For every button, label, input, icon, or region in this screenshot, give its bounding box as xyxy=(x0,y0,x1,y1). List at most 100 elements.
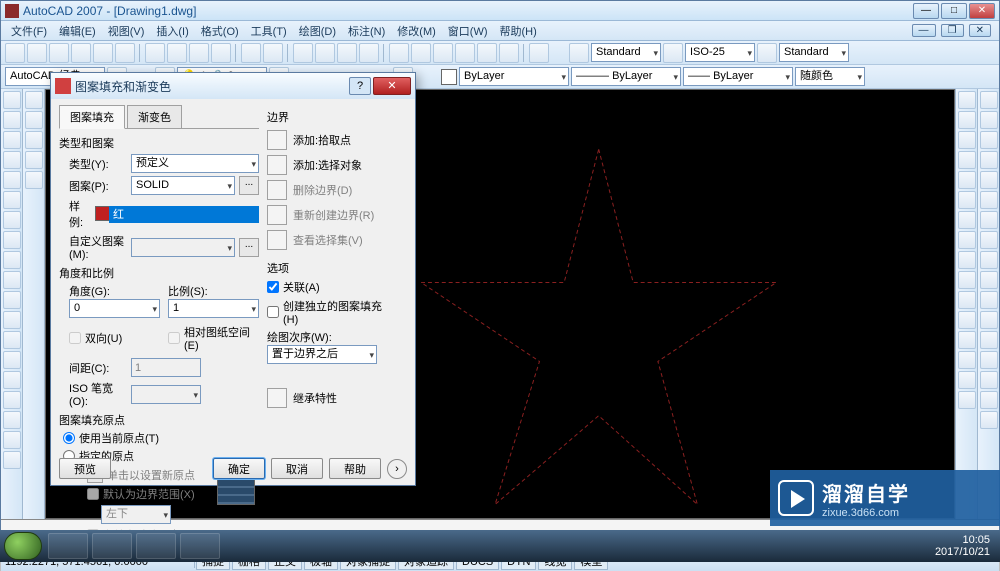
associative-checkbox[interactable] xyxy=(267,281,279,293)
dim-diameter-button[interactable] xyxy=(980,211,998,229)
minimize-button[interactable]: — xyxy=(913,3,939,19)
table-button[interactable] xyxy=(3,431,21,449)
move-button[interactable] xyxy=(958,191,976,209)
dimstyle-combo[interactable]: ISO-25 xyxy=(685,43,755,62)
quickcalc-button[interactable] xyxy=(499,43,519,63)
chamfer-button[interactable] xyxy=(958,351,976,369)
doc-close-button[interactable]: ✕ xyxy=(969,24,991,37)
sample-swatch[interactable] xyxy=(95,206,259,223)
task-app1[interactable] xyxy=(92,533,132,559)
task-autocad[interactable] xyxy=(180,533,220,559)
doc-minimize-button[interactable]: — xyxy=(912,24,936,37)
expand-button[interactable]: › xyxy=(387,459,407,479)
tray-icon-2[interactable] xyxy=(821,538,837,554)
textstyle-icon[interactable] xyxy=(569,43,589,63)
tray-icon-4[interactable] xyxy=(857,538,873,554)
angle-combo[interactable]: 0 xyxy=(69,299,160,318)
join-button[interactable] xyxy=(958,331,976,349)
dimtedit-button[interactable] xyxy=(980,391,998,409)
explode-button[interactable] xyxy=(958,391,976,409)
mirror-button[interactable] xyxy=(958,131,976,149)
dialog-close-button[interactable]: ✕ xyxy=(373,77,411,95)
publish-button[interactable] xyxy=(115,43,135,63)
erase-button[interactable] xyxy=(958,91,976,109)
textstyle-combo[interactable]: Standard xyxy=(591,43,661,62)
center-button[interactable] xyxy=(980,351,998,369)
cancel-button[interactable]: 取消 xyxy=(271,458,323,479)
menu-file[interactable]: 文件(F) xyxy=(5,23,53,39)
open-button[interactable] xyxy=(27,43,47,63)
dim-aligned-button[interactable] xyxy=(980,111,998,129)
start-button[interactable] xyxy=(4,532,42,560)
markup-button[interactable] xyxy=(477,43,497,63)
scale-combo[interactable]: 1 xyxy=(168,299,259,318)
tab-gradient[interactable]: 渐变色 xyxy=(127,105,182,128)
trim-button[interactable] xyxy=(958,271,976,289)
clock[interactable]: 10:05 2017/10/21 xyxy=(929,534,996,558)
rotate-button[interactable] xyxy=(958,211,976,229)
rectangle-button[interactable] xyxy=(3,171,21,189)
task-explorer[interactable] xyxy=(48,533,88,559)
dim-angular-button[interactable] xyxy=(980,231,998,249)
spline-button[interactable] xyxy=(3,251,21,269)
zoom-button[interactable] xyxy=(315,43,335,63)
extend-button[interactable] xyxy=(958,291,976,309)
list-button[interactable] xyxy=(25,151,43,169)
tray-icon-5[interactable] xyxy=(875,538,891,554)
dialog-help-button[interactable]: ? xyxy=(349,77,371,95)
region-button[interactable] xyxy=(3,411,21,429)
pattern-combo[interactable]: SOLID xyxy=(131,176,235,195)
pattern-browse-button[interactable]: ... xyxy=(239,176,259,195)
gradient-button[interactable] xyxy=(3,391,21,409)
tablestyle-combo[interactable]: Standard xyxy=(779,43,849,62)
redo-button[interactable] xyxy=(263,43,283,63)
tablestyle-icon[interactable] xyxy=(757,43,777,63)
paste-button[interactable] xyxy=(189,43,209,63)
draworder-combo[interactable]: 置于边界之后 xyxy=(267,345,377,364)
hatch-button[interactable] xyxy=(3,371,21,389)
menu-view[interactable]: 视图(V) xyxy=(102,23,151,39)
ellipse-button[interactable] xyxy=(3,271,21,289)
menu-dimension[interactable]: 标注(N) xyxy=(342,23,391,39)
menu-insert[interactable]: 插入(I) xyxy=(150,23,194,39)
distance-button[interactable] xyxy=(25,91,43,109)
new-button[interactable] xyxy=(5,43,25,63)
dimedit-button[interactable] xyxy=(980,371,998,389)
menu-tools[interactable]: 工具(T) xyxy=(245,23,293,39)
polygon-button[interactable] xyxy=(3,151,21,169)
tray-icon-3[interactable] xyxy=(839,538,855,554)
area-button[interactable] xyxy=(25,111,43,129)
plot-button[interactable] xyxy=(71,43,91,63)
scale-button[interactable] xyxy=(958,231,976,249)
circle-button[interactable] xyxy=(3,211,21,229)
sheetset-button[interactable] xyxy=(455,43,475,63)
inherit-button[interactable]: 继承特性 xyxy=(267,388,397,408)
fillet-button[interactable] xyxy=(958,371,976,389)
type-combo[interactable]: 预定义 xyxy=(131,154,259,173)
dim-arc-button[interactable] xyxy=(980,131,998,149)
dimstyle-icon[interactable] xyxy=(663,43,683,63)
offset-button[interactable] xyxy=(958,151,976,169)
tolerance-button[interactable] xyxy=(980,331,998,349)
revcloud-button[interactable] xyxy=(3,231,21,249)
dim-linear-button[interactable] xyxy=(980,91,998,109)
qleader-button[interactable] xyxy=(980,311,998,329)
menu-edit[interactable]: 编辑(E) xyxy=(53,23,102,39)
zoom-window-button[interactable] xyxy=(337,43,357,63)
menu-format[interactable]: 格式(O) xyxy=(195,23,245,39)
ellipsearc-button[interactable] xyxy=(3,291,21,309)
properties-button[interactable] xyxy=(389,43,409,63)
copy-button[interactable] xyxy=(167,43,187,63)
tray-icon[interactable] xyxy=(803,538,819,554)
tab-hatch[interactable]: 图案填充 xyxy=(59,105,125,129)
pan-button[interactable] xyxy=(293,43,313,63)
id-button[interactable] xyxy=(25,171,43,189)
menu-help[interactable]: 帮助(H) xyxy=(494,23,543,39)
polyline-button[interactable] xyxy=(3,131,21,149)
zoom-prev-button[interactable] xyxy=(359,43,379,63)
matchprop-button[interactable] xyxy=(211,43,231,63)
tray-network-icon[interactable] xyxy=(893,538,909,554)
dim-continue-button[interactable] xyxy=(980,291,998,309)
ok-button[interactable]: 确定 xyxy=(213,458,265,479)
dimupdate-button[interactable] xyxy=(980,411,998,429)
